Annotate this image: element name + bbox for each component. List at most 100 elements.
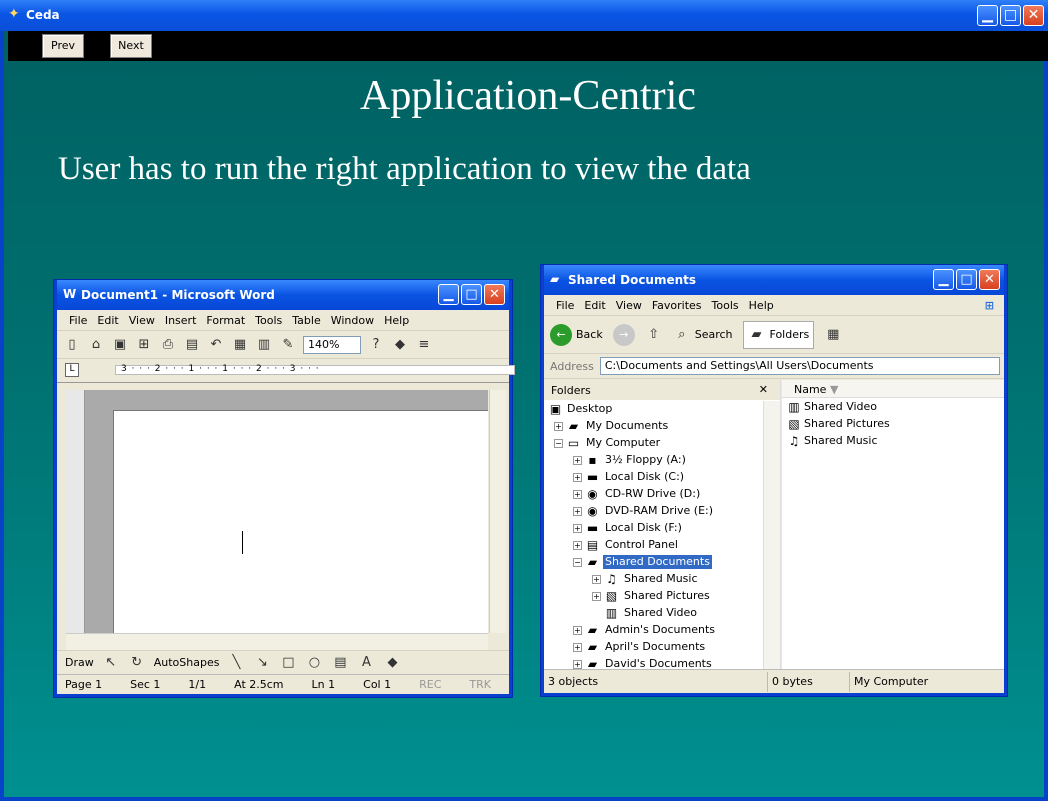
word-maximize-button[interactable]: □ [461, 284, 482, 305]
wordart-icon[interactable]: A [357, 654, 375, 672]
drawing-icon[interactable]: ✎ [279, 336, 297, 354]
next-button[interactable]: Next [110, 34, 152, 58]
explorer-minimize-button[interactable]: ▁ [933, 269, 954, 290]
draw-menu-button[interactable]: Draw [65, 656, 94, 669]
explorer-menu-help[interactable]: Help [749, 299, 774, 312]
expand-icon[interactable]: + [573, 660, 582, 669]
maximize-button[interactable]: □ [1000, 5, 1021, 26]
undo-icon[interactable]: ↶ [207, 336, 225, 354]
folders-button[interactable]: ▰ Folders [742, 320, 815, 349]
explorer-menu-edit[interactable]: Edit [584, 299, 605, 312]
oval-icon[interactable]: ○ [305, 654, 323, 672]
back-button[interactable]: ← Back [550, 323, 603, 346]
word-minimize-button[interactable]: ▁ [438, 284, 459, 305]
read-icon[interactable]: ◆ [391, 336, 409, 354]
zoom-select[interactable]: 140% [303, 335, 361, 354]
tree-item-my-documents[interactable]: + ▰ My Documents [544, 418, 762, 435]
tree-item-control-panel[interactable]: + ▤ Control Panel [544, 537, 762, 554]
explorer-close-button[interactable]: ✕ [979, 269, 1000, 290]
forward-arrow-icon[interactable]: → [612, 323, 635, 346]
word-close-button[interactable]: ✕ [484, 284, 505, 305]
close-pane-icon[interactable]: ✕ [759, 383, 768, 396]
expand-icon[interactable]: + [573, 524, 582, 533]
expand-icon[interactable]: + [573, 490, 582, 499]
collapse-icon[interactable]: − [554, 439, 563, 448]
word-document-area[interactable] [66, 390, 488, 633]
help-icon[interactable]: ? [367, 336, 385, 354]
word-menu-view[interactable]: View [129, 314, 155, 327]
select-pointer-icon[interactable]: ↖ [102, 654, 120, 672]
tree-item-admins-documents[interactable]: + ▰ Admin's Documents [544, 622, 762, 639]
print-icon[interactable]: ⎙ [159, 336, 177, 354]
collapse-icon[interactable]: − [573, 558, 582, 567]
expand-icon[interactable]: + [573, 541, 582, 550]
search-button[interactable]: ⌕ Search [673, 326, 732, 344]
columns-icon[interactable]: ▥ [255, 336, 273, 354]
status-trk[interactable]: TRK [469, 678, 491, 691]
close-button[interactable]: ✕ [1023, 5, 1044, 26]
tree-item-shared-documents[interactable]: − ▰ Shared Documents [544, 554, 762, 571]
prev-button[interactable]: Prev [42, 34, 84, 58]
rotate-icon[interactable]: ↻ [128, 654, 146, 672]
tree-item-dvd-ram[interactable]: + ◉ DVD-RAM Drive (E:) [544, 503, 762, 520]
expand-icon[interactable]: + [592, 575, 601, 584]
word-menu-insert[interactable]: Insert [165, 314, 197, 327]
expand-icon[interactable]: + [573, 456, 582, 465]
word-titlebar[interactable]: W Document1 - Microsoft Word ▁ □ ✕ [57, 280, 509, 310]
expand-icon[interactable]: + [573, 643, 582, 652]
textbox-icon[interactable]: ▤ [331, 654, 349, 672]
word-horizontal-scrollbar[interactable] [66, 633, 488, 650]
permission-icon[interactable]: ⊞ [135, 336, 153, 354]
tree-item-my-computer[interactable]: − ▭ My Computer [544, 435, 762, 452]
expand-icon[interactable]: + [592, 592, 601, 601]
open-icon[interactable]: ⌂ [87, 336, 105, 354]
autoshapes-menu-button[interactable]: AutoShapes [154, 656, 220, 669]
word-menu-format[interactable]: Format [206, 314, 245, 327]
name-column-header[interactable]: Name ▼ [782, 380, 1004, 398]
file-item-shared-music[interactable]: ♫ Shared Music [782, 432, 1004, 449]
word-menu-file[interactable]: File [69, 314, 87, 327]
views-icon[interactable]: ▦ [824, 326, 842, 344]
tree-item-shared-music[interactable]: + ♫ Shared Music [544, 571, 762, 588]
save-icon[interactable]: ▣ [111, 336, 129, 354]
rectangle-icon[interactable]: □ [279, 654, 297, 672]
folders-vertical-scrollbar[interactable] [763, 401, 780, 669]
ceda-titlebar[interactable]: ✦ Ceda ▁ □ ✕ [0, 0, 1048, 31]
word-menu-help[interactable]: Help [384, 314, 409, 327]
tab-selector[interactable]: L [65, 363, 79, 377]
new-document-icon[interactable]: ▯ [63, 336, 81, 354]
document-page[interactable] [113, 410, 488, 633]
minimize-button[interactable]: ▁ [977, 5, 998, 26]
status-rec[interactable]: REC [419, 678, 441, 691]
word-menu-edit[interactable]: Edit [97, 314, 118, 327]
file-item-shared-pictures[interactable]: ▧ Shared Pictures [782, 415, 1004, 432]
explorer-menu-tools[interactable]: Tools [712, 299, 739, 312]
tree-item-shared-pictures[interactable]: + ▧ Shared Pictures [544, 588, 762, 605]
word-menu-window[interactable]: Window [331, 314, 374, 327]
expand-icon[interactable]: + [573, 507, 582, 516]
expand-icon[interactable]: + [573, 626, 582, 635]
tree-item-local-disk-f[interactable]: + ▬ Local Disk (F:) [544, 520, 762, 537]
file-item-shared-video[interactable]: ▥ Shared Video [782, 398, 1004, 415]
word-vertical-scrollbar[interactable] [489, 390, 506, 633]
explorer-menu-favorites[interactable]: Favorites [652, 299, 702, 312]
align-icon[interactable]: ≡ [415, 336, 433, 354]
fill-color-icon[interactable]: ◆ [383, 654, 401, 672]
tree-item-cd-rw[interactable]: + ◉ CD-RW Drive (D:) [544, 486, 762, 503]
explorer-titlebar[interactable]: ▰ Shared Documents ▁ □ ✕ [544, 265, 1004, 295]
tree-item-aprils-documents[interactable]: + ▰ April's Documents [544, 639, 762, 656]
arrow-icon[interactable]: ↘ [253, 654, 271, 672]
tree-item-shared-video[interactable]: ▥ Shared Video [544, 605, 762, 622]
address-field[interactable]: C:\Documents and Settings\All Users\Docu… [599, 357, 1000, 375]
up-folder-icon[interactable]: ⇧ [645, 326, 663, 344]
line-icon[interactable]: ╲ [227, 654, 245, 672]
insert-table-icon[interactable]: ▦ [231, 336, 249, 354]
tree-item-floppy[interactable]: + ▪ 3½ Floppy (A:) [544, 452, 762, 469]
word-menu-table[interactable]: Table [292, 314, 320, 327]
explorer-menu-file[interactable]: File [556, 299, 574, 312]
tree-item-davids-documents[interactable]: + ▰ David's Documents [544, 656, 762, 669]
word-menu-tools[interactable]: Tools [255, 314, 282, 327]
explorer-menu-view[interactable]: View [616, 299, 642, 312]
explorer-maximize-button[interactable]: □ [956, 269, 977, 290]
tree-item-local-disk-c[interactable]: + ▬ Local Disk (C:) [544, 469, 762, 486]
